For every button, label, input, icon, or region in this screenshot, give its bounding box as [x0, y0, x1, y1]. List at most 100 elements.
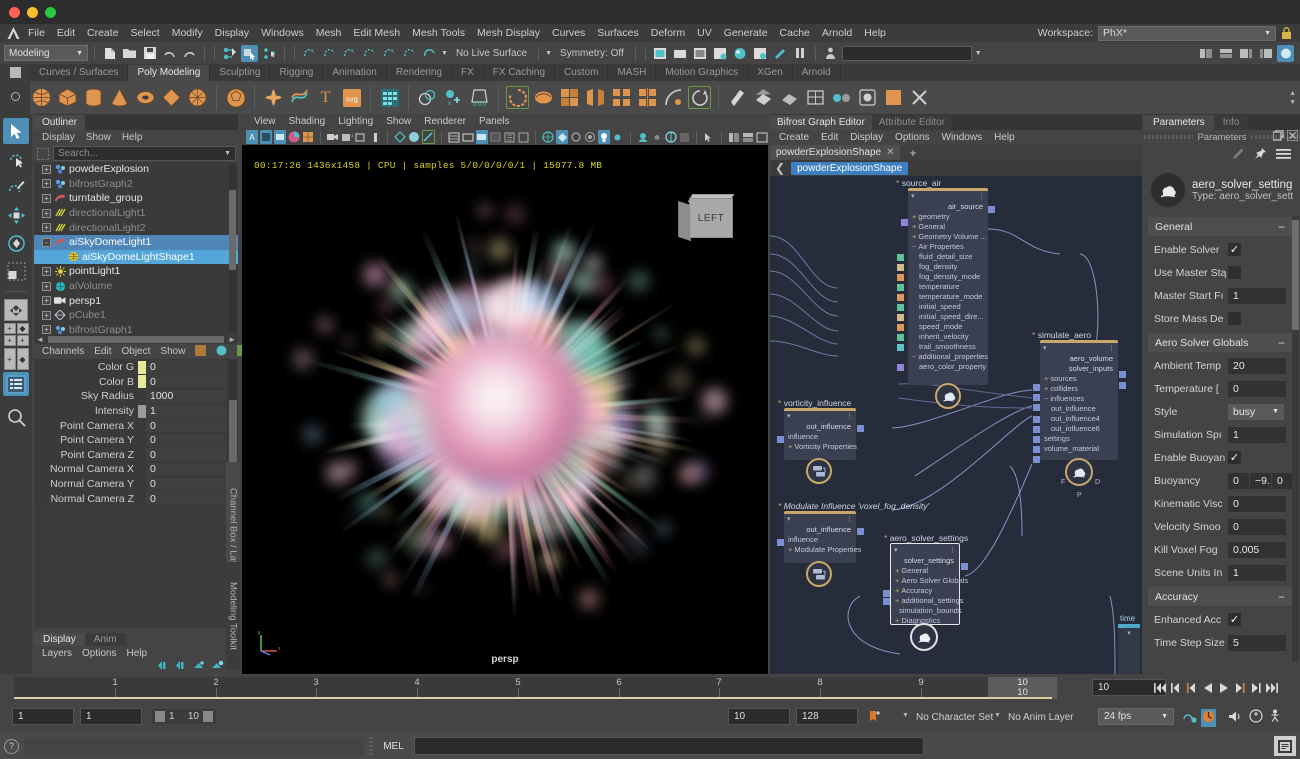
anim-layer-label[interactable]: No Anim Layer	[1008, 712, 1074, 723]
step-forward-key-button[interactable]	[1232, 679, 1247, 696]
port-trail-smoothness-in[interactable]	[897, 344, 904, 351]
window-minimize-button[interactable]	[27, 7, 38, 18]
pause-button[interactable]	[792, 45, 809, 62]
extrude-tool-icon[interactable]	[506, 86, 529, 109]
expander-icon[interactable]: +	[42, 311, 51, 320]
collapse-icon[interactable]: ▾	[787, 515, 791, 523]
bifrost-menu-windows[interactable]: Windows	[936, 132, 989, 143]
uv-unfold-icon[interactable]	[778, 86, 801, 109]
outliner-item-persp1[interactable]: +persp1	[34, 293, 238, 308]
port-air-source-out[interactable]	[988, 206, 995, 213]
redo-button[interactable]	[181, 45, 198, 62]
channel-box-toggle-icon[interactable]	[191, 345, 210, 359]
toggle-outliner-button[interactable]	[1197, 45, 1214, 62]
scrollbar-thumb[interactable]	[1292, 220, 1299, 330]
half-view-right[interactable]: ◆	[17, 348, 29, 370]
snap-to-point-button[interactable]	[341, 45, 358, 62]
node-input-speed-mode[interactable]: speed_mode	[908, 321, 988, 331]
hamburger-menu-icon[interactable]	[1276, 148, 1291, 163]
channel-box-attribute-list[interactable]: Color G0Color B0Sky Radius1000Intensity1…	[34, 359, 238, 505]
node-input-trail-smoothness[interactable]: trail_smoothness	[908, 341, 988, 351]
target-weld-icon[interactable]	[688, 86, 711, 109]
snap-to-projected-center-button[interactable]	[361, 45, 378, 62]
screen-space-ao-icon[interactable]	[504, 130, 516, 144]
grid-toggle-icon[interactable]	[302, 130, 314, 144]
node-output-solver-settings[interactable]: solver_settings	[891, 555, 959, 565]
polygon-disc-icon[interactable]	[186, 86, 209, 109]
node-input-simulation-bounds[interactable]: simulation_bounds	[891, 605, 959, 615]
character-set-label[interactable]: No Character Set	[916, 712, 993, 723]
combine-tool-icon[interactable]: x	[442, 86, 465, 109]
mirror-tool-icon[interactable]	[584, 86, 607, 109]
node-vorticity-influence[interactable]: ▾⋮ out_influence influence +Vorticity Pr…	[784, 408, 856, 460]
xray-active-components-icon[interactable]	[584, 130, 596, 144]
menu-item-edit-mesh[interactable]: Edit Mesh	[347, 24, 406, 42]
uv-layout-icon[interactable]	[804, 86, 827, 109]
expander-icon[interactable]: +	[42, 194, 51, 203]
parameters-tab-parameters[interactable]: Parameters	[1144, 115, 1214, 130]
paint-select-tool-button[interactable]	[3, 174, 29, 200]
view-cube-front-face[interactable]: LEFT	[689, 198, 733, 238]
node-badge-p[interactable]: P	[1077, 492, 1082, 499]
bifrost-menu-edit[interactable]: Edit	[815, 132, 844, 143]
insert-edge-loop-icon[interactable]	[636, 86, 659, 109]
light-toggle-icon[interactable]	[598, 130, 610, 144]
chevron-down-icon[interactable]: ▼	[975, 50, 982, 57]
shelf-tab-xgen[interactable]: XGen	[748, 65, 793, 81]
channelbox-value-field[interactable]: 1000	[146, 390, 226, 403]
workspace-dropdown[interactable]: PhX* ▼	[1098, 26, 1276, 41]
layer-move-up-icon[interactable]	[157, 660, 170, 674]
expander-icon[interactable]: +	[42, 209, 51, 218]
range-start-field[interactable]: 1	[80, 708, 142, 725]
text-tool-icon[interactable]: T	[314, 86, 337, 109]
bifrost-tab-attribute-editor[interactable]: Attribute Editor	[872, 115, 952, 130]
shelf-tab-menu-icon[interactable]	[10, 67, 21, 78]
node-input-sources[interactable]: +sources	[1040, 373, 1118, 383]
undo-button[interactable]	[161, 45, 178, 62]
menu-item-arnold[interactable]: Arnold	[816, 24, 858, 42]
polygon-soccer-ball-icon[interactable]	[224, 86, 247, 109]
collapse-icon[interactable]: ▾	[1043, 344, 1047, 352]
smooth-shade-all-icon[interactable]	[422, 130, 435, 144]
layer-move-down-icon[interactable]	[175, 660, 188, 674]
scrollbar-thumb[interactable]	[229, 190, 236, 270]
multicut-tool-icon[interactable]	[558, 86, 581, 109]
snap-to-view-plane-button[interactable]	[381, 45, 398, 62]
curve-tool-icon[interactable]	[288, 86, 311, 109]
gate-mask-icon[interactable]	[355, 130, 367, 144]
channelbox-value-field[interactable]: 1	[146, 405, 226, 418]
parameters-vector-component-2[interactable]: 0	[1272, 473, 1293, 489]
node-badge-f[interactable]: F	[1061, 479, 1065, 486]
symmetry-chevron-icon[interactable]: ▼	[545, 50, 552, 57]
parameters-section-aero-solver-globals[interactable]: Aero Solver Globals−	[1148, 333, 1292, 352]
node-header[interactable]: ▾⋮	[784, 514, 856, 524]
menu-item-mesh-display[interactable]: Mesh Display	[471, 24, 546, 42]
panel-split-horizontal-icon[interactable]	[742, 130, 754, 144]
outliner-item-aiSkyDomeLightShape1[interactable]: aiSkyDomeLightShape1	[34, 250, 238, 265]
node-input-aero-color-property[interactable]: aero_color_property	[908, 361, 988, 371]
port-colliders-in[interactable]	[1033, 394, 1040, 401]
node-input-inherit-velocity[interactable]: inherit_velocity	[908, 331, 988, 341]
lock-icon[interactable]	[1281, 27, 1292, 39]
chevron-left-icon[interactable]: ◄	[34, 335, 46, 344]
node-source-air[interactable]: ▾⋮ air_source +geometry +General +Geomet…	[908, 188, 988, 385]
bifrost-graph-canvas[interactable]: * source_air ▾⋮ air_source +geometry +Ge…	[770, 176, 1142, 674]
node-input-fog-density[interactable]: fog_density	[908, 261, 988, 271]
port-out-influence-in[interactable]	[1033, 416, 1040, 423]
polygon-cone-icon[interactable]	[108, 86, 131, 109]
filter-icon[interactable]	[36, 147, 50, 161]
port-settings-in[interactable]	[1033, 446, 1040, 453]
view-cube[interactable]: LEFT	[676, 193, 738, 243]
channelbox-menu-channels[interactable]: Channels	[38, 346, 88, 357]
render-settings-button[interactable]	[712, 45, 729, 62]
four-view-layout-button[interactable]: + ◆ + +	[4, 323, 29, 346]
channelbox-value-field[interactable]: 0	[146, 463, 226, 476]
script-editor-button[interactable]	[1274, 736, 1296, 756]
collapse-icon[interactable]: −	[1278, 336, 1285, 350]
menu-item-curves[interactable]: Curves	[546, 24, 591, 42]
panel-split-vertical-icon[interactable]	[728, 130, 740, 144]
channelbox-menu-show[interactable]: Show	[156, 346, 189, 357]
expander-icon[interactable]: +	[42, 179, 51, 188]
wireframe-shading-icon[interactable]	[394, 130, 406, 144]
offset-edge-loop-icon[interactable]	[662, 86, 685, 109]
